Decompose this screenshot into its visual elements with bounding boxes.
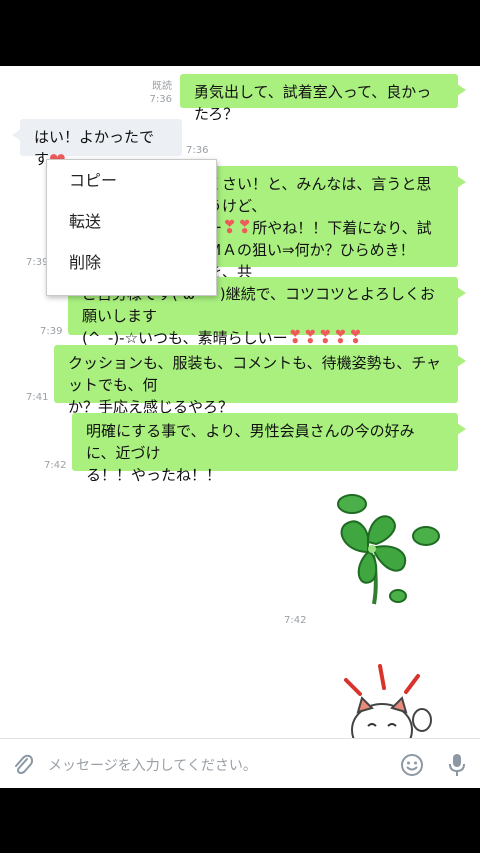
menu-item-forward[interactable]: 転送 <box>47 201 216 242</box>
microphone-icon[interactable] <box>446 752 468 778</box>
outgoing-message[interactable]: クッションも、服装も、コメントも、待機姿勢も、チャットでも、何 か？手応え感じる… <box>54 345 466 416</box>
outgoing-message[interactable]: 明確にする事で、より、男性会員さんの今の好みに、近づけ る！！やったね！！ <box>72 413 466 484</box>
heart-icon: ❣❣ <box>222 217 253 238</box>
message-time: 7:41 <box>26 392 49 403</box>
message-text: 勇気出して、試着室入って、良かったろ？ <box>194 83 432 123</box>
message-input-bar: メッセージを入力してください。 <box>0 738 480 788</box>
context-menu: コピー 転送 削除 <box>46 159 217 296</box>
outgoing-message[interactable]: 勇気出して、試着室入って、良かったろ？ <box>180 74 466 123</box>
chat-screen: 既読 7:36 勇気出して、試着室入って、良かったろ？ はい！よかったです❤ 7… <box>0 66 480 788</box>
message-time: 7:39 <box>40 326 63 337</box>
menu-item-copy[interactable]: コピー <box>47 160 216 201</box>
lucky-cat-sticker[interactable] <box>340 658 440 738</box>
message-time: 7:36 <box>186 145 209 156</box>
paperclip-icon[interactable] <box>12 753 34 777</box>
message-input[interactable]: メッセージを入力してください。 <box>48 755 257 775</box>
incoming-message[interactable]: はい！よかったです❤ <box>12 119 182 171</box>
message-time: 7:42 <box>44 460 67 471</box>
read-status: 既読 7:36 <box>149 81 172 105</box>
smiley-icon[interactable] <box>400 753 424 777</box>
clover-sticker[interactable] <box>328 492 448 612</box>
menu-item-delete[interactable]: 削除 <box>47 242 216 283</box>
sticker-time: 7:42 <box>284 615 307 626</box>
